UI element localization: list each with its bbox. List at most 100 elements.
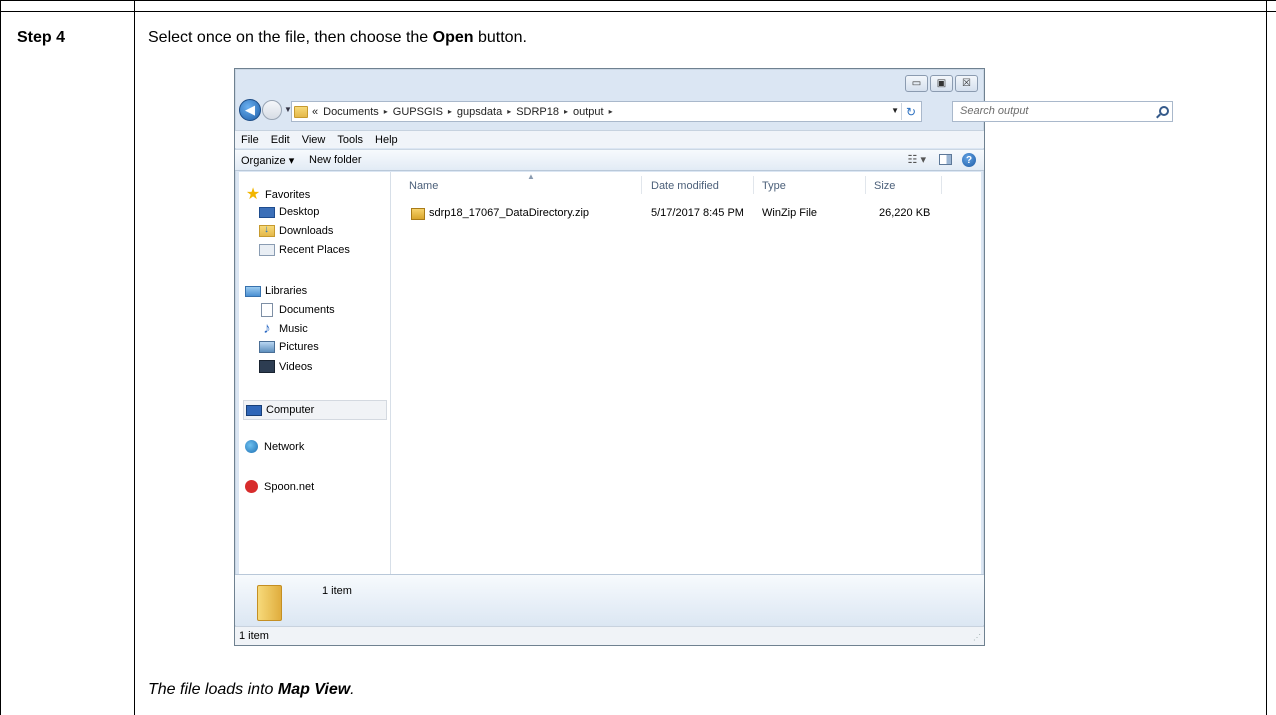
column-header-type[interactable]: Type xyxy=(762,180,786,192)
table-right-border xyxy=(1266,0,1267,715)
window-controls: ▭ ▣ ☒ xyxy=(905,75,978,92)
nav-label: Videos xyxy=(279,360,313,373)
nav-label: Network xyxy=(264,440,305,453)
column-divider[interactable] xyxy=(941,176,942,194)
libraries-icon xyxy=(245,285,261,297)
change-view-button[interactable]: ☷ ▾ xyxy=(908,153,926,166)
minimize-button[interactable]: ▭ xyxy=(905,75,928,92)
breadcrumb-separator-icon[interactable]: ▸ xyxy=(609,107,613,116)
search-input[interactable]: Search output xyxy=(952,101,1173,122)
breadcrumb-separator-icon[interactable]: ▸ xyxy=(507,107,511,116)
breadcrumb-separator-icon[interactable]: ▸ xyxy=(384,107,388,116)
back-arrow-icon: ◀ xyxy=(245,102,255,117)
breadcrumb-sdrp18[interactable]: SDRP18 xyxy=(516,106,559,118)
result-text-start: The file loads into xyxy=(148,681,278,698)
menu-help[interactable]: Help xyxy=(375,134,398,146)
command-bar: Organize ▾ New folder ☷ ▾ ? xyxy=(235,149,984,171)
menu-view[interactable]: View xyxy=(302,134,326,146)
nav-label: Pictures xyxy=(279,341,319,353)
column-divider[interactable] xyxy=(641,176,642,194)
column-header-name[interactable]: Name xyxy=(409,180,438,192)
column-divider[interactable] xyxy=(753,176,754,194)
column-divider[interactable] xyxy=(865,176,866,194)
zip-file-icon xyxy=(411,208,425,220)
nav-label: Computer xyxy=(266,404,315,416)
nav-desktop[interactable]: Desktop xyxy=(259,206,319,218)
menu-file[interactable]: File xyxy=(241,134,259,146)
nav-libraries[interactable]: Libraries xyxy=(245,285,307,297)
new-folder-button[interactable]: New folder xyxy=(309,154,362,166)
star-icon: ★ xyxy=(245,186,261,203)
search-icon[interactable] xyxy=(1159,106,1169,116)
nav-label: Music xyxy=(279,323,308,335)
recent-places-icon xyxy=(259,244,275,256)
back-button[interactable]: ◀ xyxy=(239,99,261,121)
maximize-button[interactable]: ▣ xyxy=(930,75,953,92)
menu-tools[interactable]: Tools xyxy=(337,134,363,146)
nav-pictures[interactable]: Pictures xyxy=(259,341,319,353)
file-type: WinZip File xyxy=(762,207,818,219)
file-list: ▲ Name Date modified Type Size sdrp18_17… xyxy=(391,172,981,574)
desktop-icon xyxy=(259,206,275,218)
document-icon xyxy=(261,303,273,317)
resize-grip-icon[interactable]: ⋰ xyxy=(973,633,981,642)
status-item-count: 1 item xyxy=(239,630,269,642)
nav-downloads[interactable]: Downloads xyxy=(259,224,334,237)
pictures-icon xyxy=(259,341,275,353)
nav-spoon-net[interactable]: Spoon.net xyxy=(245,480,314,493)
folder-icon xyxy=(294,105,308,118)
breadcrumb-documents[interactable]: Documents xyxy=(323,106,379,118)
table-column-divider xyxy=(134,0,135,715)
step-label: Step 4 xyxy=(17,29,66,46)
navigation-pane: ★ Favorites Desktop Downloads Recent Pla… xyxy=(239,172,390,574)
close-button[interactable]: ☒ xyxy=(955,75,978,92)
nav-videos[interactable]: Videos xyxy=(259,360,312,373)
nav-network[interactable]: Network xyxy=(245,440,304,453)
organize-button[interactable]: Organize ▾ xyxy=(241,154,294,167)
spoon-icon xyxy=(245,480,258,493)
nav-computer[interactable]: Computer xyxy=(243,400,387,420)
instruction-text-start: Select once on the file, then choose the xyxy=(148,29,433,46)
title-bar: ▭ ▣ ☒ xyxy=(235,69,984,95)
breadcrumb-output[interactable]: output xyxy=(573,106,604,118)
nav-favorites[interactable]: ★ Favorites xyxy=(245,186,311,203)
preview-pane-icon[interactable] xyxy=(939,154,952,165)
column-header-date-modified[interactable]: Date modified xyxy=(651,180,719,192)
menu-edit[interactable]: Edit xyxy=(271,134,290,146)
nav-documents[interactable]: Documents xyxy=(259,303,335,317)
address-row: ◀ ▼ « Documents ▸ GUPSGIS ▸ gupsdata ▸ S… xyxy=(235,96,1173,126)
help-icon[interactable]: ? xyxy=(962,153,976,167)
column-header-size[interactable]: Size xyxy=(874,180,895,192)
downloads-icon xyxy=(259,224,275,237)
details-pane: 1 item xyxy=(235,574,984,625)
table-row-border xyxy=(0,11,1276,12)
sort-ascending-icon: ▲ xyxy=(527,172,535,181)
network-icon xyxy=(245,440,258,453)
address-dropdown-icon[interactable]: ▼ xyxy=(891,106,899,115)
breadcrumb-gupsgis[interactable]: GUPSGIS xyxy=(393,106,443,118)
nav-label: Desktop xyxy=(279,206,320,218)
refresh-icon: ↻ xyxy=(905,104,917,119)
instruction-open-term: Open xyxy=(432,29,474,46)
breadcrumb-gupsdata[interactable]: gupsdata xyxy=(457,106,502,118)
nav-label: Favorites xyxy=(265,189,311,201)
nav-recent-places[interactable]: Recent Places xyxy=(259,244,350,256)
file-name[interactable]: sdrp18_17067_DataDirectory.zip xyxy=(429,207,589,219)
nav-label: Documents xyxy=(279,304,335,316)
result-map-view-term: Map View xyxy=(277,681,351,698)
result-text-end: . xyxy=(350,681,355,698)
folder-icon xyxy=(257,585,282,621)
nav-label: Spoon.net xyxy=(264,480,315,493)
forward-button[interactable] xyxy=(262,100,282,120)
breadcrumb-separator-icon[interactable]: ▸ xyxy=(564,107,568,116)
breadcrumb-overflow[interactable]: « xyxy=(312,106,318,118)
videos-icon xyxy=(259,360,275,373)
refresh-button[interactable]: ↻ xyxy=(901,103,920,120)
file-date-modified: 5/17/2017 8:45 PM xyxy=(651,207,744,219)
nav-music[interactable]: ♪ Music xyxy=(259,320,308,337)
breadcrumb-separator-icon[interactable]: ▸ xyxy=(448,107,452,116)
nav-label: Downloads xyxy=(279,225,334,237)
address-bar[interactable]: « Documents ▸ GUPSGIS ▸ gupsdata ▸ SDRP1… xyxy=(291,101,922,122)
table-top-border xyxy=(0,0,1276,1)
music-icon: ♪ xyxy=(263,320,271,337)
